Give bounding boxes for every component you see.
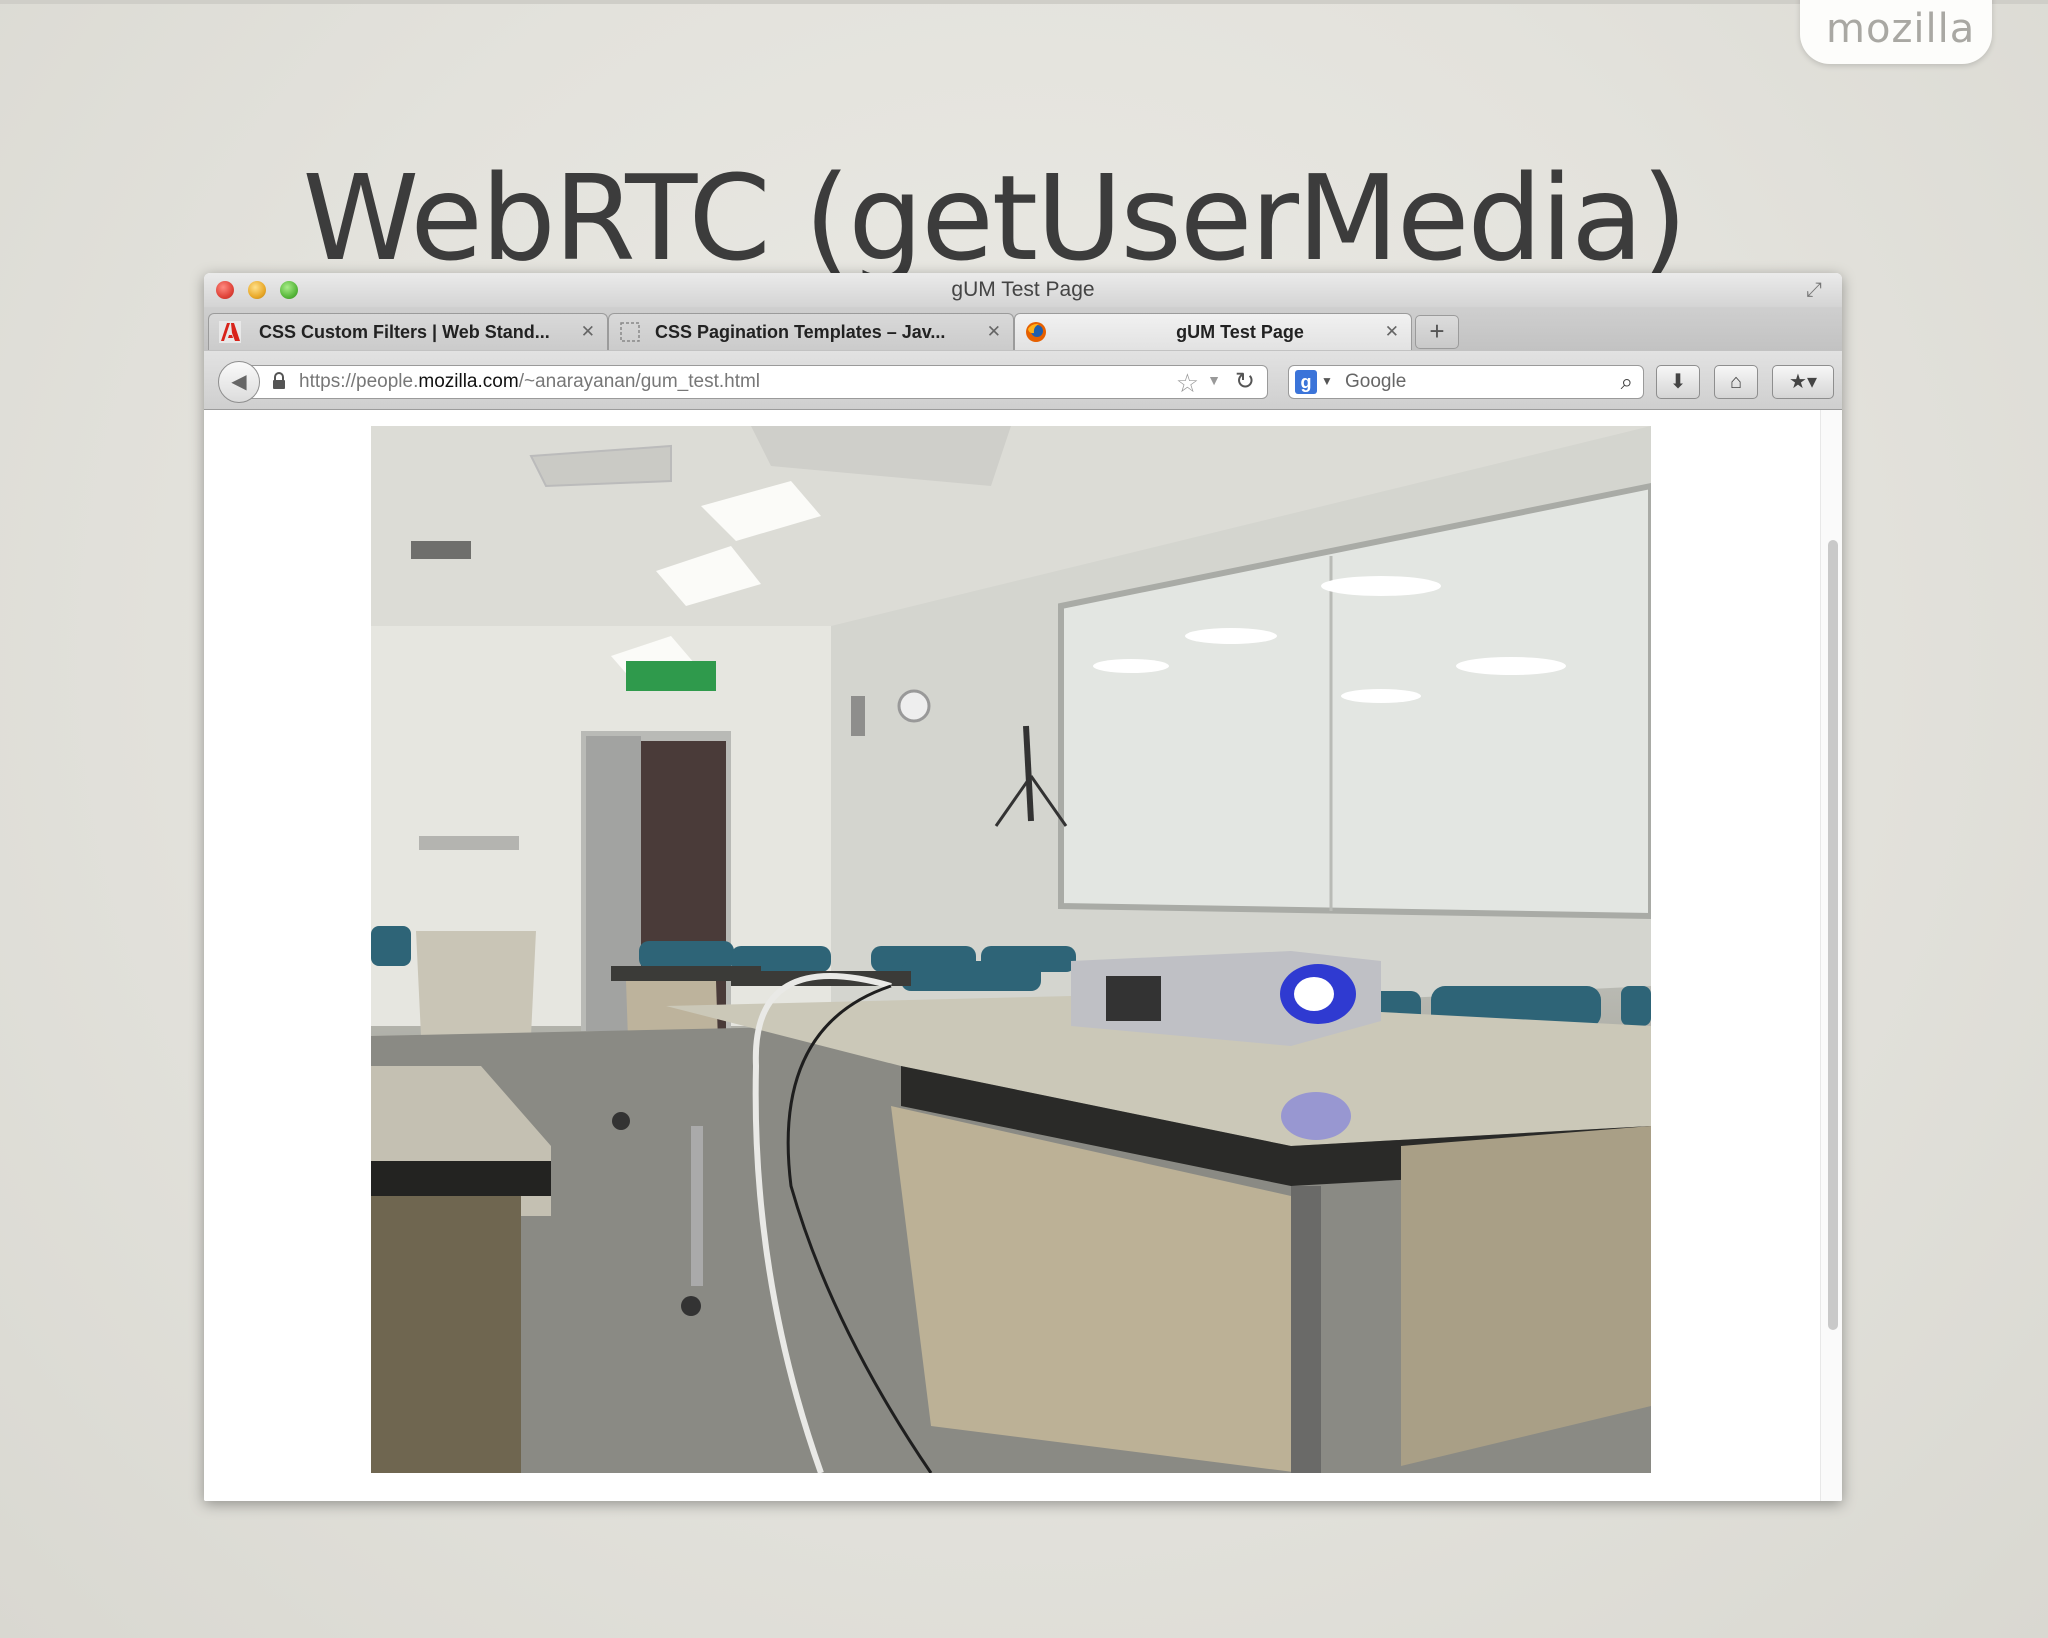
page-content: [204, 410, 1842, 1501]
tab-close-icon[interactable]: ✕: [987, 322, 1001, 342]
url-path: /~anarayanan/gum_test.html: [518, 371, 761, 392]
url-bar[interactable]: https://people.mozilla.com/~anarayanan/g…: [248, 365, 1268, 399]
tab-gum-test-page[interactable]: gUM Test Page ✕: [1014, 313, 1412, 350]
search-icon[interactable]: ⌕: [1621, 369, 1633, 395]
engine-dropdown-icon[interactable]: ▼: [1321, 374, 1333, 388]
tab-css-pagination-templates[interactable]: CSS Pagination Templates – Jav... ✕: [608, 313, 1014, 350]
window-title: gUM Test Page: [951, 278, 1095, 301]
lock-icon: [273, 372, 285, 389]
search-bar[interactable]: g ▼ Google ⌕: [1288, 365, 1644, 399]
classroom-video-frame: [371, 426, 1651, 1473]
adobe-icon: [219, 321, 241, 343]
mozilla-logo: mozilla: [1826, 6, 1976, 52]
back-arrow-icon: ◀: [231, 371, 247, 393]
fullscreen-icon[interactable]: ⤢: [1806, 279, 1828, 301]
tab-bar: CSS Custom Filters | Web Stand... ✕ CSS …: [204, 307, 1842, 352]
tab-close-icon[interactable]: ✕: [1385, 322, 1399, 342]
tab-label: CSS Custom Filters | Web Stand...: [259, 322, 550, 342]
download-arrow-icon: ⬇: [1669, 371, 1687, 393]
slide-title-text: WebRTC (getUserMedia): [302, 149, 1688, 287]
slide-top-edge: [0, 0, 2048, 4]
webcam-video: [371, 426, 1651, 1473]
url-prefix: https://people.: [299, 371, 419, 392]
blank-page-icon: [620, 322, 640, 342]
back-button[interactable]: ◀: [218, 361, 260, 403]
slide-title: WebRTC (getUserMedia): [0, 148, 2048, 288]
browser-window: gUM Test Page ⤢ CSS Custom Filters | Web…: [204, 273, 1842, 1501]
bookmark-star-icon[interactable]: ☆: [1176, 368, 1199, 399]
url-domain: mozilla.com: [418, 371, 519, 392]
vertical-scrollbar[interactable]: [1820, 410, 1842, 1501]
bookmarks-menu-button[interactable]: ★▾: [1772, 365, 1834, 399]
bookmarks-icon: ★▾: [1789, 371, 1817, 393]
reload-icon[interactable]: ↻: [1235, 367, 1255, 396]
home-icon: ⌂: [1729, 371, 1743, 393]
new-tab-button[interactable]: +: [1415, 315, 1459, 349]
navigation-bar: https://people.mozilla.com/~anarayanan/g…: [204, 351, 1842, 410]
search-input[interactable]: Google: [1345, 371, 1406, 393]
tab-css-custom-filters[interactable]: CSS Custom Filters | Web Stand... ✕: [208, 313, 608, 350]
history-dropdown-icon[interactable]: ▼: [1207, 372, 1221, 388]
title-bar: gUM Test Page ⤢: [204, 273, 1842, 307]
tab-close-icon[interactable]: ✕: [581, 322, 595, 342]
tab-label: gUM Test Page: [1176, 322, 1304, 342]
scrollbar-thumb[interactable]: [1828, 540, 1838, 1330]
downloads-button[interactable]: ⬇: [1656, 365, 1700, 399]
tab-label: CSS Pagination Templates – Jav...: [655, 322, 946, 342]
home-button[interactable]: ⌂: [1714, 365, 1758, 399]
url-text: https://people.mozilla.com/~anarayanan/g…: [299, 371, 760, 393]
google-engine-icon[interactable]: g: [1295, 370, 1317, 394]
